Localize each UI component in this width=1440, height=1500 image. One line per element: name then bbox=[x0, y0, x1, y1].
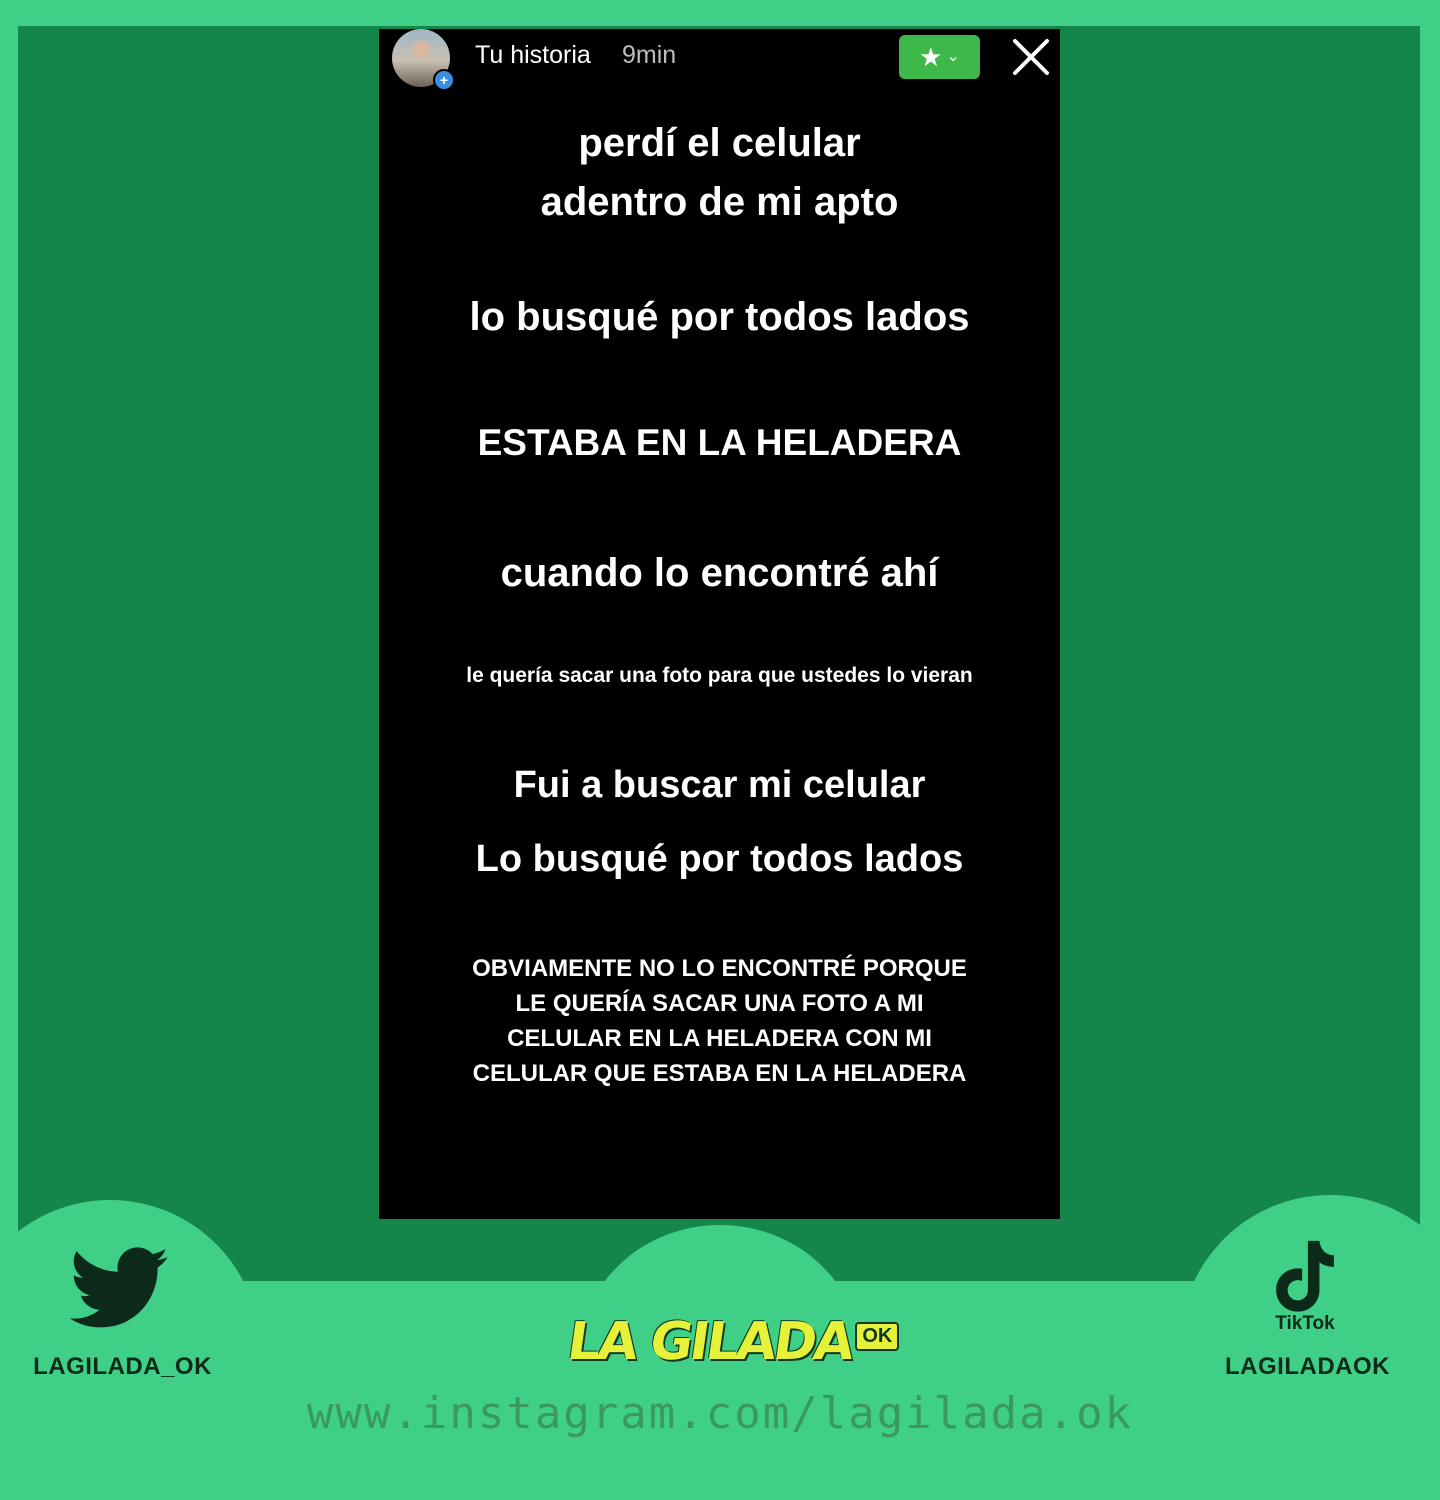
tiktok-wordmark: TikTok bbox=[1275, 1313, 1335, 1334]
add-story-icon[interactable]: + bbox=[433, 69, 455, 91]
story-paragraph-line: CELULAR EN LA HELADERA CON MI bbox=[507, 1025, 932, 1052]
story-user-label[interactable]: Tu historia bbox=[475, 41, 591, 70]
brand-badge: OK bbox=[855, 1322, 900, 1351]
instagram-url: www.instagram.com/lagilada.ok bbox=[306, 1388, 1134, 1439]
story-text-line: lo busqué por todos lados bbox=[469, 295, 970, 339]
story-paragraph-line: OBVIAMENTE NO LO ENCONTRÉ PORQUE bbox=[472, 955, 967, 982]
chevron-down-icon: ⌄ bbox=[946, 48, 960, 65]
story-text-line: Lo busqué por todos lados bbox=[475, 838, 964, 880]
brand-name: LA GILADA bbox=[563, 1312, 856, 1372]
twitter-handle: LAGILADA_OK bbox=[33, 1353, 212, 1380]
story-text-line: adentro de mi apto bbox=[540, 180, 899, 224]
story-paragraph-line: LE QUERÍA SACAR UNA FOTO A MI bbox=[515, 990, 924, 1017]
story-screenshot: + Tu historia 9min ★ ⌄ perdí el celular … bbox=[379, 29, 1060, 1219]
tiktok-handle: LAGILADAOK bbox=[1225, 1353, 1390, 1380]
close-friends-badge[interactable]: ★ ⌄ bbox=[899, 35, 980, 79]
story-paragraph-line: CELULAR QUE ESTABA EN LA HELADERA bbox=[472, 1060, 967, 1087]
tiktok-note-icon bbox=[1276, 1240, 1334, 1312]
twitter-bird-icon bbox=[70, 1247, 169, 1328]
story-text-line: cuando lo encontré ahí bbox=[500, 551, 939, 595]
close-friends-star-icon: ★ bbox=[919, 42, 943, 72]
brand-logo: LA GILADA OK bbox=[564, 1312, 900, 1372]
story-text-line: Fui a buscar mi celular bbox=[513, 764, 926, 806]
close-icon[interactable] bbox=[1011, 37, 1051, 77]
story-text-line: le quería sacar una foto para que ustede… bbox=[466, 664, 973, 687]
story-text-line: ESTABA EN LA HELADERA bbox=[477, 422, 962, 463]
story-text-line: perdí el celular bbox=[578, 121, 861, 165]
story-timestamp: 9min bbox=[622, 41, 677, 69]
